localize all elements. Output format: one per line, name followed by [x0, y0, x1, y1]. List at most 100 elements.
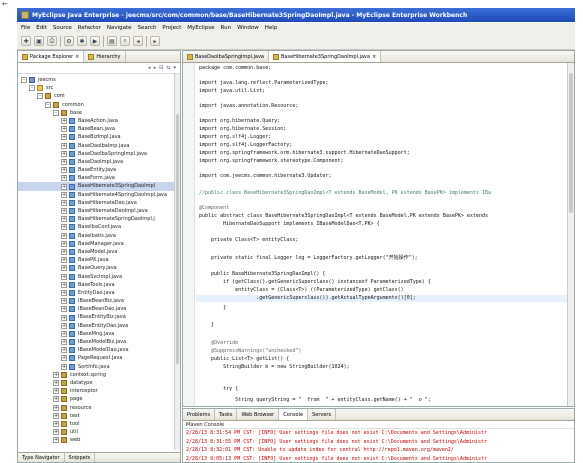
- back-icon[interactable]: ◂: [133, 36, 143, 46]
- menu-window[interactable]: Window: [237, 25, 259, 31]
- menu-edit[interactable]: Edit: [36, 25, 47, 31]
- tree-node[interactable]: + IBaseModelBiz.java: [18, 338, 180, 346]
- tree-node[interactable]: + BaseIbaConf.java: [18, 223, 180, 231]
- expand-icon[interactable]: +: [61, 273, 67, 280]
- tree-node[interactable]: + tool: [18, 420, 180, 428]
- menu-source[interactable]: Source: [53, 25, 72, 31]
- tree-node[interactable]: + IBaseEntityBiz.java: [18, 313, 180, 321]
- tree-node[interactable]: - src: [18, 84, 180, 92]
- expand-icon[interactable]: +: [61, 199, 67, 206]
- view-menu-icon[interactable]: ▾: [173, 65, 176, 71]
- code-line[interactable]: }: [199, 305, 226, 312]
- tree-node[interactable]: + BasePK.java: [18, 256, 180, 264]
- code-line[interactable]: public List<T> getList() {: [199, 356, 289, 363]
- code-line[interactable]: import org.slf4j.Logger;: [199, 134, 271, 141]
- tab-web-browser[interactable]: Web Browser: [237, 409, 280, 420]
- tree-node[interactable]: + BaseEntity.java: [18, 166, 180, 174]
- tree-node[interactable]: + IBaseMng.java: [18, 330, 180, 338]
- collapse-icon[interactable]: -: [37, 93, 43, 100]
- code-line[interactable]: import org.slf4j.LoggerFactory;: [199, 142, 292, 149]
- tree-node[interactable]: + context.spring: [18, 371, 180, 379]
- expand-icon[interactable]: +: [61, 150, 67, 157]
- expand-icon[interactable]: +: [61, 158, 67, 165]
- code-line[interactable]: @Component: [199, 205, 229, 212]
- tab-servers[interactable]: Servers: [308, 409, 337, 420]
- forward-icon[interactable]: ▸: [150, 36, 160, 46]
- expand-icon[interactable]: +: [61, 330, 67, 337]
- expand-icon[interactable]: +: [53, 420, 59, 427]
- tree-node[interactable]: + BaseDaoImpl.java: [18, 158, 180, 166]
- tree-node[interactable]: + datatype: [18, 379, 180, 387]
- tree-node[interactable]: + IBaseModelDao.java: [18, 346, 180, 354]
- tab-console[interactable]: Console: [279, 409, 309, 420]
- tree-node[interactable]: + BaseSvcImpl.java: [18, 273, 180, 281]
- expand-icon[interactable]: +: [61, 322, 67, 329]
- tree-node[interactable]: + PageRequest.java: [18, 354, 180, 362]
- expand-icon[interactable]: +: [53, 437, 59, 444]
- code-line[interactable]: @SuppressWarnings("unchecked"): [199, 348, 301, 355]
- expand-icon[interactable]: +: [61, 281, 67, 288]
- code-line[interactable]: private static final Logger log = Logger…: [199, 254, 418, 261]
- tree-node[interactable]: - com: [18, 92, 180, 100]
- menu-file[interactable]: File: [21, 25, 30, 31]
- tree-node[interactable]: - base: [18, 109, 180, 117]
- scrollbar-thumb[interactable]: [569, 73, 573, 213]
- code-line[interactable]: @Override: [199, 340, 238, 347]
- tree-node[interactable]: + BaseTools.java: [18, 281, 180, 289]
- expand-icon[interactable]: +: [61, 339, 67, 346]
- tree-node[interactable]: + resource: [18, 404, 180, 412]
- expand-icon[interactable]: +: [61, 289, 67, 296]
- code-line[interactable]: public abstract class BaseHibernate3Spri…: [199, 213, 488, 220]
- expand-icon[interactable]: +: [61, 355, 67, 362]
- code-area[interactable]: package com.common.base; import java.lang…: [183, 63, 569, 406]
- scrollbar-thumb[interactable]: [176, 114, 179, 364]
- expand-icon[interactable]: +: [61, 232, 67, 239]
- new-icon[interactable]: ✚: [21, 36, 31, 46]
- collapse-icon[interactable]: -: [53, 109, 59, 116]
- code-line[interactable]: import java.lang.reflect.ParameterizedTy…: [199, 80, 328, 87]
- expand-icon[interactable]: +: [61, 118, 67, 125]
- expand-icon[interactable]: +: [61, 134, 67, 141]
- tree-node[interactable]: + BaseQuery.java: [18, 264, 180, 272]
- code-line[interactable]: package com.common.base;: [199, 65, 271, 72]
- code-line[interactable]: import com.jeecms.common.hibernate3.Upda…: [199, 173, 331, 180]
- forward-icon[interactable]: ▸: [154, 65, 157, 71]
- tree-node[interactable]: + test: [18, 412, 180, 420]
- menu-project[interactable]: Project: [162, 25, 181, 31]
- build-icon[interactable]: ⚙: [64, 36, 74, 46]
- collapse-icon[interactable]: -: [45, 101, 51, 108]
- expand-icon[interactable]: +: [61, 363, 67, 370]
- code-line[interactable]: import org.hibernate.Session;: [199, 126, 286, 133]
- expand-icon[interactable]: +: [61, 257, 67, 264]
- editor-tab-basedaoibaspringimpl[interactable]: BaseDaoIbaSpringImpl.java: [183, 51, 269, 62]
- tab-package-explorer[interactable]: Package Explorer ×: [18, 51, 85, 62]
- expand-icon[interactable]: +: [61, 208, 67, 215]
- expand-icon[interactable]: +: [61, 167, 67, 174]
- code-line[interactable]: import org.springframework.stereotype.Co…: [199, 158, 344, 165]
- code-line[interactable]: try {: [199, 386, 238, 393]
- menu-navigate[interactable]: Navigate: [107, 25, 132, 31]
- code-line[interactable]: if (getClass().getGenericSuperclass() in…: [199, 279, 431, 286]
- menu-run[interactable]: Run: [221, 25, 232, 31]
- menu-myeclipse[interactable]: MyEclipse: [187, 25, 214, 31]
- editor-scrollbar[interactable]: [567, 63, 574, 406]
- expand-icon[interactable]: +: [61, 183, 67, 190]
- console-output[interactable]: 2/28/13 8:31:54 PM CST: [INFO] User sett…: [183, 429, 574, 462]
- tree-node[interactable]: + BaseIbatis.java: [18, 232, 180, 240]
- back-icon[interactable]: ◂: [148, 65, 151, 71]
- tab-problems[interactable]: Problems: [183, 409, 216, 420]
- tab-tasks[interactable]: Tasks: [215, 409, 238, 420]
- tree-node[interactable]: + IBaseEntityDao.java: [18, 322, 180, 330]
- expand-icon[interactable]: +: [53, 404, 59, 411]
- tree-node[interactable]: + EntityDao.java: [18, 289, 180, 297]
- tree-node[interactable]: + web: [18, 436, 180, 444]
- expand-icon[interactable]: +: [61, 191, 67, 198]
- tab-snippets[interactable]: Snippets: [65, 453, 96, 462]
- expand-icon[interactable]: +: [53, 429, 59, 436]
- code-line[interactable]: import java.util.List;: [199, 88, 265, 95]
- tree-node[interactable]: + BaseHibernateDaoImpl.java: [18, 207, 180, 215]
- server-icon[interactable]: ▤: [107, 36, 117, 46]
- expand-icon[interactable]: +: [61, 216, 67, 223]
- print-icon[interactable]: ⎙: [47, 36, 57, 46]
- tab-type-navigator[interactable]: Type Navigator: [18, 453, 65, 462]
